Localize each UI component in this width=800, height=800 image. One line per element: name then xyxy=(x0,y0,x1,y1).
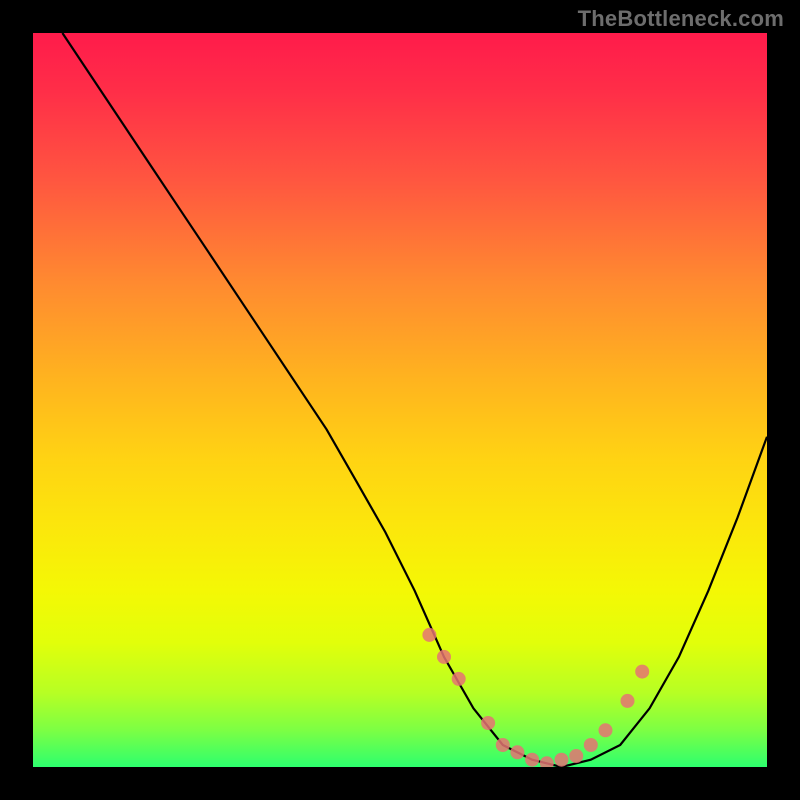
marker-group xyxy=(422,628,649,767)
marker-dot xyxy=(584,738,598,752)
marker-dot xyxy=(452,672,466,686)
marker-dot xyxy=(599,723,613,737)
marker-dot xyxy=(540,756,554,767)
marker-dot xyxy=(525,753,539,767)
bottleneck-curve xyxy=(62,33,767,767)
marker-dot xyxy=(422,628,436,642)
plot-area xyxy=(33,33,767,767)
marker-dot xyxy=(496,738,510,752)
marker-dot xyxy=(621,694,635,708)
marker-dot xyxy=(569,749,583,763)
marker-dot xyxy=(555,753,569,767)
marker-dot xyxy=(510,745,524,759)
marker-dot xyxy=(481,716,495,730)
marker-dot xyxy=(437,650,451,664)
curve-svg xyxy=(33,33,767,767)
chart-stage: TheBottleneck.com xyxy=(0,0,800,800)
marker-dot xyxy=(635,665,649,679)
watermark-text: TheBottleneck.com xyxy=(578,6,784,32)
